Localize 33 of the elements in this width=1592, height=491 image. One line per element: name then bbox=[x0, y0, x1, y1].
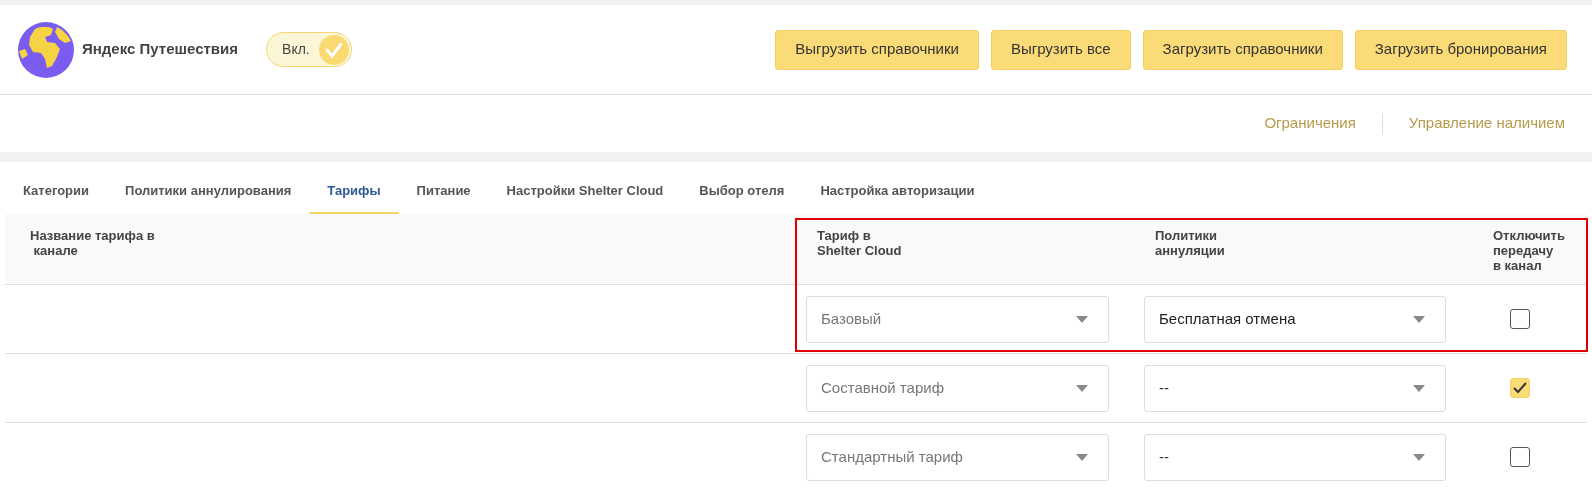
caret-icon bbox=[1413, 315, 1425, 323]
header-button[interactable]: Выгрузить справочники bbox=[775, 29, 979, 70]
header-button[interactable]: Загрузить бронирования bbox=[1354, 29, 1567, 70]
toggle-switch[interactable]: Вкл. bbox=[266, 32, 353, 67]
caret-icon bbox=[1413, 453, 1425, 461]
checkbox[interactable] bbox=[1509, 447, 1530, 467]
column-header: Название тарифа в канале bbox=[30, 228, 156, 258]
caret-icon bbox=[1076, 453, 1088, 461]
checkbox[interactable] bbox=[1509, 309, 1530, 329]
header-button[interactable]: Выгрузить все bbox=[990, 29, 1131, 70]
tab[interactable]: Питание bbox=[398, 166, 489, 214]
policy-dropdown[interactable]: -- bbox=[1144, 433, 1446, 481]
tariff-dropdown[interactable]: Базовый bbox=[806, 295, 1109, 343]
check-icon bbox=[1512, 382, 1527, 394]
tariff-dropdown[interactable]: Стандартный тариф bbox=[806, 433, 1109, 481]
column-header: Тариф в Shelter Cloud bbox=[817, 228, 903, 258]
caret-icon bbox=[1413, 384, 1425, 392]
tab[interactable]: Категории bbox=[5, 166, 108, 214]
tab[interactable]: Политики аннулирования bbox=[107, 166, 310, 214]
policy-dropdown[interactable]: Бесплатная отмена bbox=[1144, 295, 1446, 343]
tab[interactable]: Выбор отеля bbox=[681, 166, 803, 214]
policy-dropdown[interactable]: -- bbox=[1144, 364, 1446, 412]
tab[interactable]: Настройки Shelter Cloud bbox=[488, 166, 682, 214]
check-icon bbox=[319, 34, 350, 65]
app-title: Яндекс Путешествия bbox=[82, 39, 239, 60]
column-header: Отключить передачу в канал bbox=[1493, 228, 1566, 273]
caret-icon bbox=[1076, 315, 1088, 323]
tab[interactable]: Настройка авторизации bbox=[802, 166, 993, 214]
column-header: Политики аннуляции bbox=[1155, 228, 1226, 258]
header-button[interactable]: Загрузить справочники bbox=[1142, 29, 1343, 70]
globe-logo-icon bbox=[17, 20, 75, 79]
tariff-dropdown[interactable]: Составной тариф bbox=[806, 364, 1109, 412]
caret-icon bbox=[1076, 384, 1088, 392]
